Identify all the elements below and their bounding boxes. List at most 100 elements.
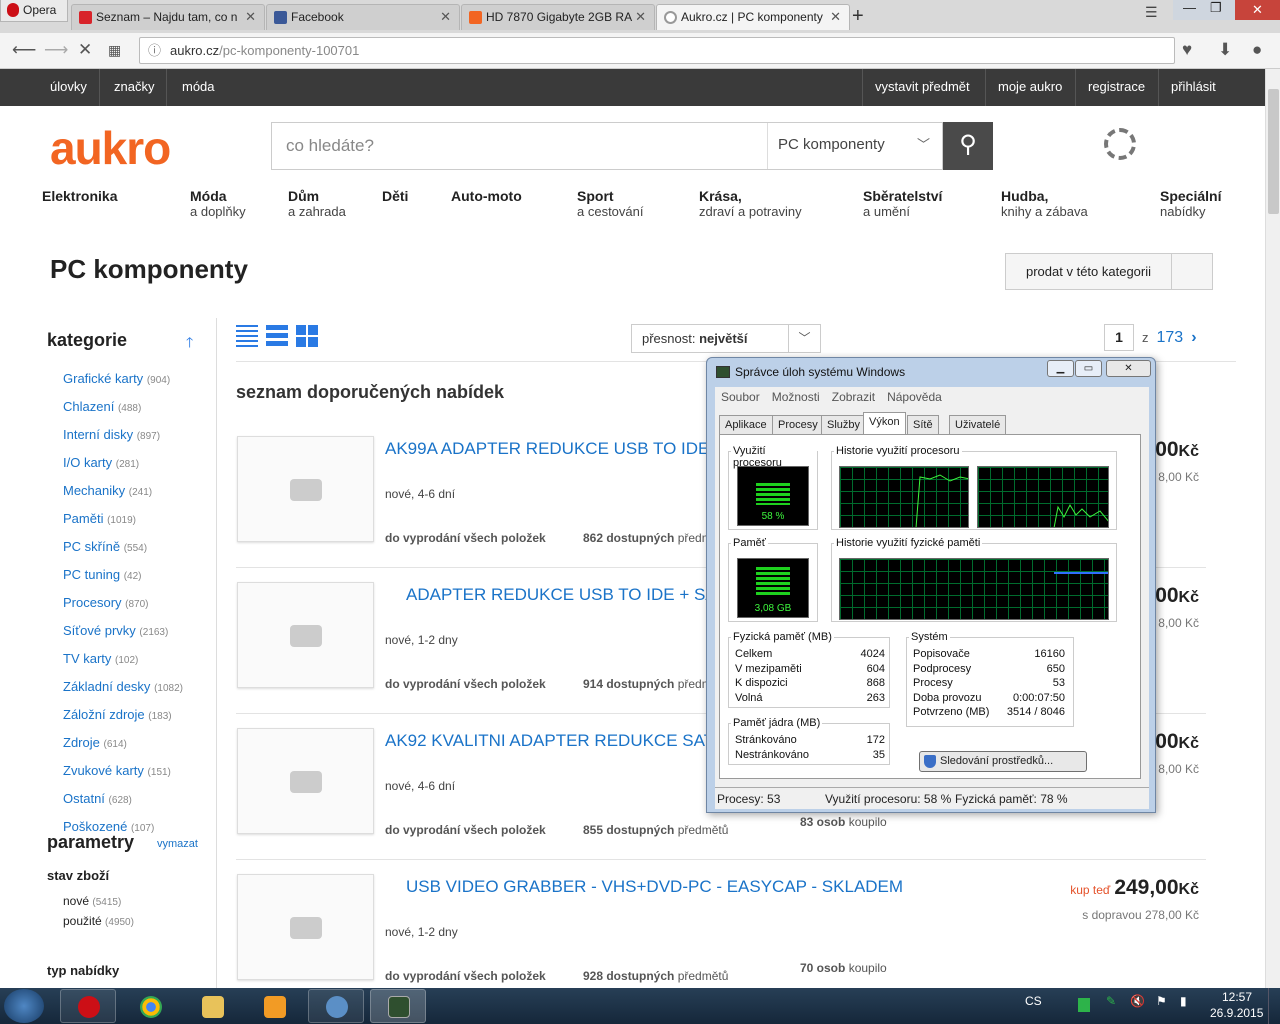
volume-muted-icon[interactable]: 🔇 [1130, 994, 1145, 1008]
taskbar-task-manager[interactable] [370, 989, 426, 1023]
category-moda[interactable]: Móda a doplňky [190, 188, 246, 220]
close-tab-icon[interactable]: ✕ [635, 5, 646, 29]
sidebar-category-item[interactable]: Ostatní (628) [63, 786, 183, 814]
close-window-icon[interactable]: ✕ [1235, 0, 1280, 20]
collapse-up-icon[interactable]: 🡑 [186, 332, 193, 356]
back-icon[interactable]: ⟵ [12, 40, 36, 60]
item-title-link[interactable]: USB VIDEO GRABBER - VHS+DVD-PC - EASYCAP… [406, 877, 903, 897]
close-window-icon[interactable]: ✕ [1106, 360, 1151, 377]
category-sport[interactable]: Sport a cestování [577, 188, 644, 220]
update-icon[interactable]: ✎ [1106, 994, 1116, 1008]
category-deti[interactable]: Děti [382, 188, 408, 204]
taskbar-app[interactable] [308, 989, 364, 1023]
topnav-link-ulovky[interactable]: úlovky [38, 69, 100, 106]
close-tab-icon[interactable]: ✕ [245, 5, 256, 29]
taskbar-opera[interactable] [60, 989, 116, 1023]
flag-icon[interactable]: ⚑ [1156, 994, 1167, 1008]
sidebar-category-item[interactable]: Mechaniky (241) [63, 478, 183, 506]
tab-menu-icon[interactable]: ☰ [1145, 4, 1158, 21]
menu-moznosti[interactable]: Možnosti [772, 390, 820, 404]
sidebar-category-item[interactable]: Procesory (870) [63, 590, 183, 618]
category-dum[interactable]: Dům a zahrada [288, 188, 346, 220]
state-used[interactable]: použité (4950) [63, 912, 134, 932]
new-tab-icon[interactable]: + [852, 5, 864, 28]
network-icon[interactable]: ▮ [1180, 994, 1187, 1008]
scrollbar-thumb[interactable] [1268, 89, 1279, 214]
state-new[interactable]: nové (5415) [63, 892, 134, 912]
last-page-link[interactable]: 173 [1157, 329, 1184, 346]
tab-site[interactable]: Sítě [907, 415, 939, 434]
sidebar-category-item[interactable]: Zvukové karty (151) [63, 758, 183, 786]
browser-tab[interactable]: Facebook ✕ [266, 4, 460, 30]
sidebar-category-item[interactable]: Chlazení (488) [63, 394, 183, 422]
tab-procesy[interactable]: Procesy [772, 415, 824, 434]
topnav-link-login[interactable]: přihlásit [1158, 69, 1228, 106]
battery-icon[interactable] [1078, 998, 1090, 1012]
search-button[interactable]: ⚲ [943, 122, 993, 170]
taskbar-media-player[interactable] [246, 989, 302, 1023]
item-thumbnail[interactable] [237, 728, 374, 834]
site-info-icon[interactable]: ⓘ [148, 38, 161, 63]
search-category-select[interactable]: PC komponenty ﹀ [767, 123, 944, 169]
category-auto-moto[interactable]: Auto-moto [451, 188, 522, 204]
close-tab-icon[interactable]: ✕ [440, 5, 451, 29]
sidebar-category-item[interactable]: I/O karty (281) [63, 450, 183, 478]
clock-time[interactable]: 12:57 [1222, 990, 1252, 1004]
topnav-link-my-aukro[interactable]: moje aukro [985, 69, 1074, 106]
category-specialni[interactable]: Speciální nabídky [1160, 188, 1221, 220]
aukro-logo[interactable]: aukro [50, 121, 171, 175]
topnav-link-sell[interactable]: vystavit předmět [862, 69, 982, 106]
topnav-link-register[interactable]: registrace [1075, 69, 1157, 106]
forward-icon[interactable]: ⟶ [44, 40, 68, 60]
url-field[interactable]: ⓘ aukro.cz/pc-komponenty-100701 [139, 37, 1175, 64]
clock-date[interactable]: 26.9.2015 [1210, 1006, 1263, 1020]
grid-view-icon[interactable] [296, 325, 318, 347]
speed-dial-icon[interactable]: ▦ [108, 42, 121, 59]
category-hudba[interactable]: Hudba, knihy a zábava [1001, 188, 1088, 220]
maximize-icon[interactable]: ▭ [1075, 360, 1102, 377]
maximize-icon[interactable]: ❐ [1210, 0, 1222, 16]
item-thumbnail[interactable] [237, 874, 374, 980]
browser-tab[interactable]: HD 7870 Gigabyte 2GB RA ✕ [461, 4, 655, 30]
sidebar-category-item[interactable]: Síťové prvky (2163) [63, 618, 183, 646]
sidebar-category-item[interactable]: Interní disky (897) [63, 422, 183, 450]
list-view-icon[interactable] [236, 325, 258, 347]
item-thumbnail[interactable] [237, 436, 374, 542]
item-title-link[interactable]: AK99A ADAPTER REDUKCE USB TO IDE + [385, 439, 724, 459]
topnav-link-znacky[interactable]: značky [102, 69, 168, 106]
menu-napoveda[interactable]: Nápověda [887, 390, 942, 404]
sort-select[interactable]: přesnost: největší ﹀ [631, 324, 821, 353]
browser-tab[interactable]: Seznam – Najdu tam, co n ✕ [71, 4, 265, 30]
menu-zobrazit[interactable]: Zobrazit [832, 390, 875, 404]
sidebar-category-item[interactable]: Základní desky (1082) [63, 674, 183, 702]
start-button[interactable] [4, 989, 44, 1023]
category-krasa[interactable]: Krása, zdraví a potraviny [699, 188, 802, 220]
sidebar-category-item[interactable]: Paměti (1019) [63, 506, 183, 534]
close-tab-icon[interactable]: ✕ [830, 5, 841, 29]
download-icon[interactable]: ⬇ [1218, 40, 1232, 60]
item-thumbnail[interactable] [237, 582, 374, 688]
browser-tab-active[interactable]: Aukro.cz | PC komponenty ✕ [656, 4, 850, 30]
category-sberatelstvi[interactable]: Sběratelství a umění [863, 188, 942, 220]
minimize-icon[interactable]: ▁ [1047, 360, 1074, 377]
compact-view-icon[interactable] [266, 325, 288, 347]
tab-vykon[interactable]: Výkon [863, 412, 906, 434]
sidebar-category-item[interactable]: Zdroje (614) [63, 730, 183, 758]
taskbar-chrome[interactable] [122, 989, 178, 1023]
sidebar-category-item[interactable]: Záložní zdroje (183) [63, 702, 183, 730]
sidebar-category-item[interactable]: PC skříně (554) [63, 534, 183, 562]
menu-soubor[interactable]: Soubor [721, 390, 760, 404]
resource-monitor-button[interactable]: Sledování prostředků... [919, 751, 1087, 772]
sidebar-category-item[interactable]: PC tuning (42) [63, 562, 183, 590]
item-title-link[interactable]: AK92 KVALITNI ADAPTER REDUKCE SATA [385, 731, 724, 751]
tab-uzivatele[interactable]: Uživatelé [949, 415, 1007, 434]
page-input[interactable]: 1 [1104, 324, 1134, 351]
language-indicator[interactable]: CS [1025, 994, 1042, 1008]
taskbar-explorer[interactable] [184, 989, 240, 1023]
item-title-link[interactable]: ADAPTER REDUKCE USB TO IDE + SAT [406, 585, 726, 605]
tab-aplikace[interactable]: Aplikace [719, 415, 773, 434]
account-icon[interactable]: ● [1252, 40, 1262, 60]
bookmark-heart-icon[interactable]: ♥ [1182, 40, 1192, 60]
tab-sluzby[interactable]: Služby [821, 415, 867, 434]
search-input[interactable]: co hledáte? [286, 136, 374, 156]
